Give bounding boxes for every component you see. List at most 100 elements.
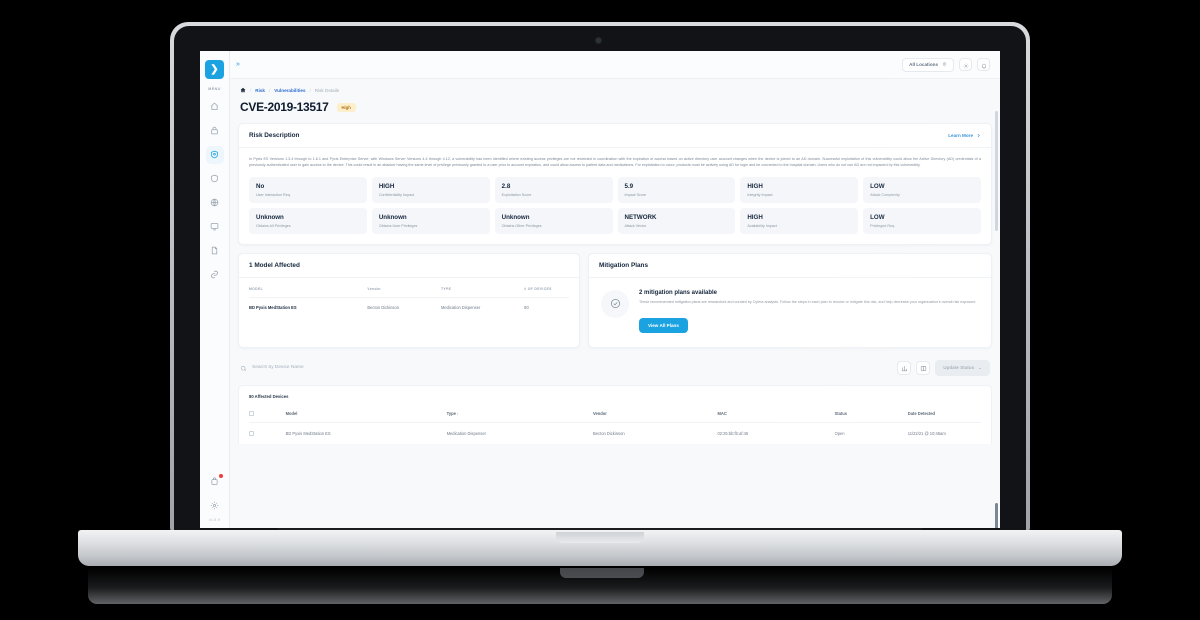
sidebar-item-risk[interactable] bbox=[205, 146, 224, 164]
select-all-checkbox[interactable] bbox=[249, 410, 254, 416]
metric-label: Obtains Other Privileges bbox=[501, 223, 542, 228]
home-icon bbox=[210, 98, 219, 116]
cell-type: Medication Dispenser bbox=[440, 304, 481, 310]
cell-vendor: Becton Dickinson bbox=[367, 304, 400, 310]
sidebar-item-integrations[interactable] bbox=[206, 266, 224, 284]
search-input[interactable] bbox=[252, 365, 893, 371]
topbar-notifications-button[interactable] bbox=[977, 58, 990, 71]
breadcrumb-separator: / bbox=[269, 87, 271, 93]
metric-label: Obtains All Privileges bbox=[256, 223, 291, 228]
table-header-row: Model Type ↑ Vendor MAC Status Date Dete… bbox=[249, 404, 981, 423]
metric-value: 2.8 bbox=[501, 182, 511, 190]
row-checkbox[interactable] bbox=[249, 430, 254, 436]
column-header-model[interactable]: Model bbox=[285, 404, 447, 423]
update-status-button[interactable]: Update Status ⌄ bbox=[935, 359, 990, 376]
sidebar-item-notifications[interactable] bbox=[206, 473, 224, 491]
metric-value: HIGH bbox=[378, 182, 395, 190]
models-mitigation-row: 1 Model Affected MODEL Vendor TYPE # OF … bbox=[238, 252, 992, 348]
search-field-wrap bbox=[240, 359, 893, 377]
content-scrollbar-thumb[interactable] bbox=[995, 111, 998, 231]
alerts-icon bbox=[210, 473, 219, 491]
metric-label: User Interaction Req. bbox=[256, 192, 291, 197]
table-row[interactable]: BD Pyxis MedStation ES Medication Dispen… bbox=[249, 422, 981, 444]
sidebar: ❯ MENU v1.8.9 bbox=[200, 51, 230, 528]
link-icon bbox=[210, 266, 219, 284]
sidebar-item-inventory[interactable] bbox=[206, 122, 224, 140]
cell-mac: 02:25:bb:fb:af:45 bbox=[717, 430, 749, 436]
sort-ascending-icon: ↑ bbox=[457, 411, 459, 416]
brand-logo[interactable]: ❯ bbox=[205, 60, 224, 79]
metric-tile: 2.8 Exploitation Score bbox=[494, 176, 613, 203]
columns-button[interactable] bbox=[916, 360, 931, 375]
gear-icon bbox=[963, 56, 969, 74]
sidebar-collapse-icon[interactable]: » bbox=[236, 61, 240, 68]
mitigation-text-block: 2 mitigation plans available These recom… bbox=[639, 290, 976, 333]
laptop-mockup: ❯ MENU v1.8.9 » All Locations / Risk / V… bbox=[0, 0, 1200, 620]
export-icon bbox=[901, 359, 908, 377]
globe-icon bbox=[210, 194, 219, 212]
cell-row-select[interactable] bbox=[249, 422, 286, 444]
location-pin-icon bbox=[942, 61, 947, 68]
metric-tiles: No User Interaction Req. HIGH Confidenti… bbox=[239, 175, 991, 244]
metric-value: Unknown bbox=[501, 213, 530, 221]
sidebar-item-monitor[interactable] bbox=[206, 218, 224, 236]
metric-tile: HIGH Availability Impact bbox=[740, 207, 859, 234]
column-header-type-label: Type bbox=[446, 410, 456, 416]
mitigation-plans-card: Mitigation Plans 2 mitigation plans avai… bbox=[588, 252, 992, 348]
column-header-date-detected[interactable]: Date Detected bbox=[907, 404, 981, 423]
sidebar-item-home[interactable] bbox=[206, 98, 224, 116]
breadcrumb-item-risk[interactable]: Risk bbox=[255, 88, 265, 93]
metric-value: NETWORK bbox=[624, 213, 657, 221]
cell-date-detected: 11/22/21 @ 10:45am bbox=[907, 430, 946, 436]
models-affected-header: 1 Model Affected bbox=[239, 254, 579, 278]
export-button[interactable] bbox=[897, 359, 912, 377]
chevron-right-icon bbox=[976, 133, 981, 139]
location-selector[interactable]: All Locations bbox=[902, 57, 954, 72]
cell-type: Medication Dispenser bbox=[446, 430, 486, 436]
metric-tile: Unknown Obtains User Privileges bbox=[371, 207, 490, 234]
metric-tile: LOW Attack Complexity bbox=[863, 176, 981, 203]
laptop-screen: ❯ MENU v1.8.9 » All Locations / Risk / V… bbox=[200, 51, 1000, 528]
column-header-mac[interactable]: MAC bbox=[717, 404, 835, 423]
column-header-select-all[interactable] bbox=[249, 404, 286, 423]
column-header-type[interactable]: TYPE bbox=[440, 277, 525, 298]
metric-value: HIGH bbox=[747, 182, 763, 190]
sidebar-item-reports[interactable] bbox=[206, 242, 224, 260]
mitigation-plans-header: Mitigation Plans bbox=[589, 254, 991, 278]
metric-value: No bbox=[256, 182, 265, 190]
page-header: CVE-2019-13517 High bbox=[238, 100, 992, 114]
models-affected-table-wrap: MODEL Vendor TYPE # OF DEVICES BD Pyxis … bbox=[239, 277, 579, 317]
column-header-device-count[interactable]: # OF DEVICES bbox=[524, 277, 569, 298]
metric-tile: LOW Privileged Req. bbox=[863, 207, 981, 234]
table-row[interactable]: BD Pyxis MedStation ES Becton Dickinson … bbox=[249, 297, 569, 317]
learn-more-link[interactable]: Learn More bbox=[948, 133, 981, 139]
mitigation-plans-title: Mitigation Plans bbox=[599, 261, 648, 269]
column-header-model[interactable]: MODEL bbox=[249, 277, 368, 298]
metric-tile: No User Interaction Req. bbox=[249, 176, 367, 203]
metric-tile: NETWORK Attack Vector bbox=[617, 207, 736, 234]
sidebar-item-network[interactable] bbox=[206, 194, 224, 212]
topbar-settings-button[interactable] bbox=[959, 58, 972, 71]
table-scrollbar-thumb[interactable] bbox=[995, 503, 998, 528]
content-scroll-area[interactable]: / Risk / Vulnerabilities / Risk Details … bbox=[230, 79, 1000, 528]
cell-model: BD Pyxis MedStation ES bbox=[249, 304, 297, 310]
risk-description-card: Risk Description Learn More In Pyxis ES … bbox=[238, 123, 992, 245]
severity-badge: High bbox=[336, 102, 356, 112]
column-header-type[interactable]: Type ↑ bbox=[446, 404, 594, 423]
column-header-vendor[interactable]: Vendor bbox=[367, 277, 441, 298]
metric-label: Impact Score bbox=[624, 192, 647, 197]
metric-label: Integrity Impact bbox=[747, 192, 773, 197]
affected-devices-table-wrap: Model Type ↑ Vendor MAC Status Date Dete… bbox=[239, 404, 991, 444]
cell-model: BD Pyxis MedStation ES bbox=[285, 430, 331, 436]
sidebar-item-security[interactable] bbox=[206, 170, 224, 188]
view-all-plans-button[interactable]: View All Plans bbox=[639, 317, 688, 333]
column-header-vendor[interactable]: Vendor bbox=[593, 404, 718, 423]
metric-value: Unknown bbox=[256, 213, 284, 221]
breadcrumb-item-vulnerabilities[interactable]: Vulnerabilities bbox=[274, 88, 305, 93]
bell-icon bbox=[980, 56, 987, 74]
breadcrumb-home-icon[interactable] bbox=[240, 87, 246, 93]
breadcrumb-item-risk-details: Risk Details bbox=[314, 87, 340, 93]
column-header-status[interactable]: Status bbox=[834, 404, 908, 423]
shield-icon bbox=[210, 170, 219, 188]
sidebar-item-settings[interactable] bbox=[206, 497, 224, 515]
